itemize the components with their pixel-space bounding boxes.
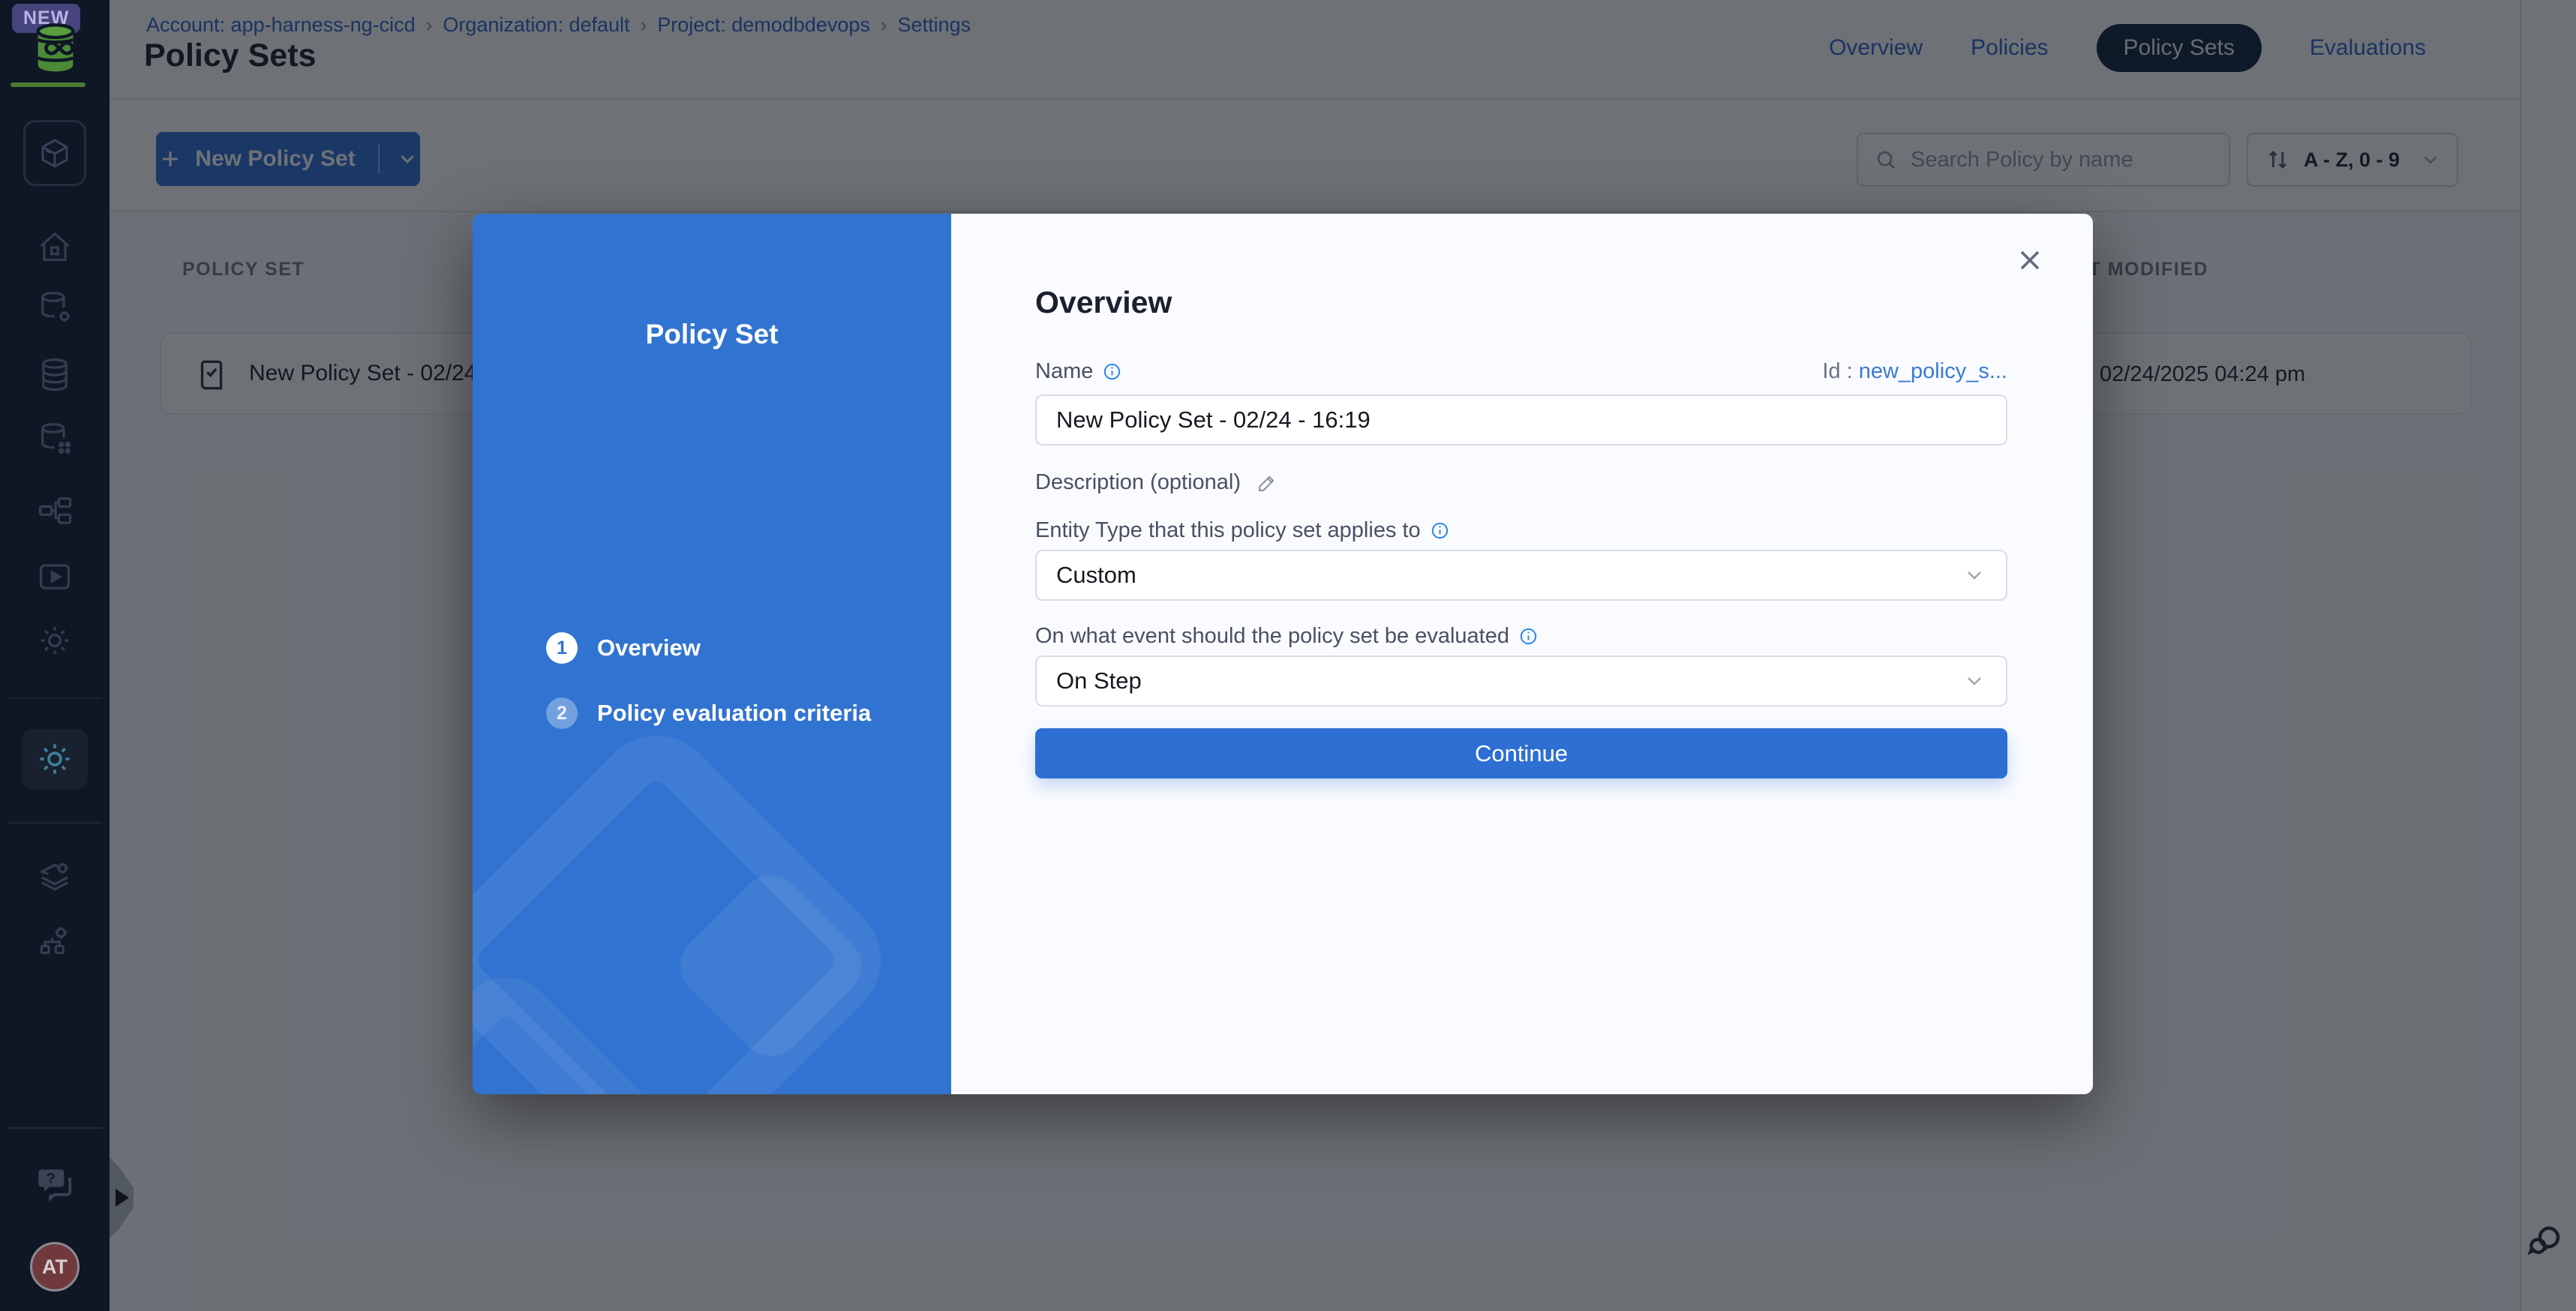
avatar[interactable]: AT — [30, 1242, 80, 1292]
info-icon[interactable] — [1102, 362, 1122, 382]
step-label: Overview — [597, 634, 701, 662]
help-button[interactable]: ? — [33, 1162, 77, 1204]
sidebar-item-home[interactable] — [35, 227, 74, 266]
sidebar-bottom-divider — [6, 1127, 104, 1129]
sidebar-item-db-settings[interactable] — [35, 288, 74, 327]
sidebar-item-db-stack[interactable] — [35, 356, 74, 394]
continue-button[interactable]: Continue — [1035, 728, 2007, 778]
entity-id: Id : new_policy_s... — [1822, 359, 2007, 384]
step-label: Policy evaluation criteria — [597, 700, 871, 727]
chevron-down-icon — [1962, 669, 1986, 693]
event-select[interactable]: On Step — [1035, 656, 2007, 706]
name-row: Name Id : new_policy_s... — [1035, 359, 2007, 384]
play-icon — [35, 557, 74, 596]
step-overview[interactable]: 1 Overview — [546, 632, 701, 664]
database-stack-icon — [35, 356, 74, 394]
sidebar-item-policies-active[interactable] — [22, 729, 88, 789]
tree-icon — [35, 493, 74, 532]
edit-pencil-icon[interactable] — [1256, 472, 1278, 494]
database-gear-icon — [35, 288, 74, 327]
home-icon — [35, 227, 74, 266]
nav-divider — [8, 822, 102, 824]
name-label: Name — [1035, 359, 1122, 384]
sidebar-item-environments[interactable] — [35, 856, 74, 896]
chevron-down-icon — [1962, 563, 1986, 587]
wizard-title: Policy Set — [473, 319, 951, 350]
id-link[interactable]: new_policy_s... — [1859, 359, 2007, 383]
step-number: 2 — [546, 698, 578, 729]
new-policy-set-modal: Policy Set 1 Overview 2 Policy evaluatio… — [473, 214, 2093, 1094]
sidebar-item-executions[interactable] — [35, 557, 74, 596]
left-nav-sidebar: NEW — [0, 0, 110, 1311]
entity-type-select[interactable]: Custom — [1035, 550, 2007, 601]
screen: NEW — [0, 0, 2576, 1311]
gear-icon — [35, 621, 74, 660]
info-icon[interactable] — [1518, 626, 1539, 646]
network-gear-icon — [35, 922, 74, 961]
entity-type-value: Custom — [1056, 562, 1136, 589]
sidebar-item-settings[interactable] — [35, 621, 74, 660]
step-policy-evaluation-criteria[interactable]: 2 Policy evaluation criteria — [546, 698, 871, 729]
help-chat-icon: ? — [33, 1162, 77, 1204]
event-value: On Step — [1056, 668, 1142, 694]
name-input[interactable] — [1035, 394, 2007, 446]
db-devops-logo-icon[interactable] — [26, 16, 86, 81]
step-number: 1 — [546, 632, 578, 664]
modal-title: Overview — [1035, 285, 2007, 320]
layers-gear-icon — [35, 856, 74, 896]
gear-icon — [34, 738, 76, 780]
svg-text:?: ? — [47, 1171, 56, 1187]
sidebar-item-db-instances[interactable] — [35, 419, 74, 458]
nav-divider — [8, 698, 102, 699]
close-button[interactable] — [2013, 244, 2046, 277]
database-grid-icon — [35, 419, 74, 458]
sidebar-green-divider — [11, 82, 86, 87]
wizard-panel: Policy Set 1 Overview 2 Policy evaluatio… — [473, 214, 951, 1094]
sidebar-item-module-selector[interactable] — [23, 120, 86, 186]
id-prefix: Id : — [1822, 359, 1852, 383]
sidebar-item-pipelines[interactable] — [35, 493, 74, 532]
entity-type-label: Entity Type that this policy set applies… — [1035, 518, 2007, 543]
cube-icon — [37, 135, 73, 171]
sidebar-item-infrastructure[interactable] — [35, 922, 74, 961]
description-label: Description (optional) — [1035, 470, 1241, 495]
event-label: On what event should the policy set be e… — [1035, 624, 2007, 649]
info-icon[interactable] — [1430, 520, 1450, 541]
close-icon — [2013, 244, 2046, 277]
description-row: Description (optional) — [1035, 470, 2007, 495]
overview-form: Overview Name Id : new_policy_s... Descr… — [951, 214, 2093, 1094]
